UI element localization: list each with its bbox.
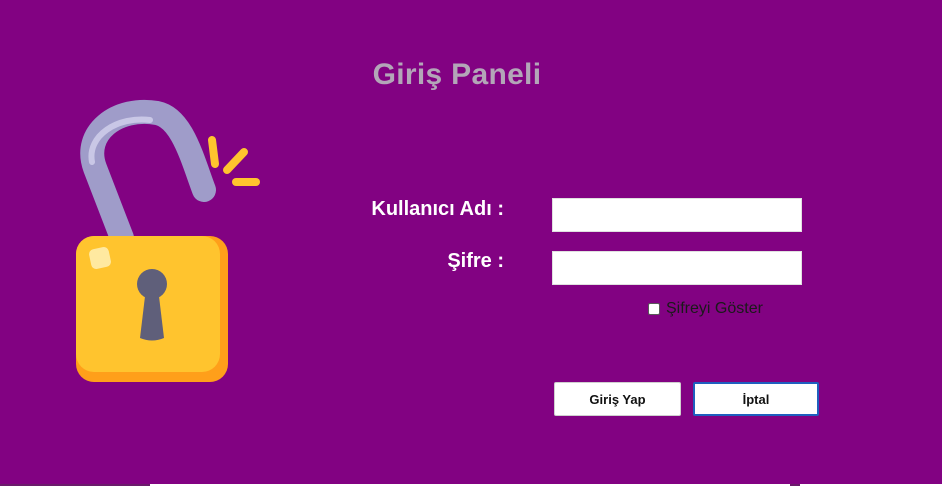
open-padlock-icon	[76, 99, 260, 382]
password-field[interactable]	[552, 251, 802, 285]
show-password-option[interactable]: Şifreyi Göster	[648, 300, 763, 318]
username-field[interactable]	[552, 198, 802, 232]
spark-line-1	[208, 136, 219, 168]
username-label: Kullanıcı Adı :	[371, 198, 504, 220]
login-button[interactable]: Giriş Yap	[554, 382, 681, 416]
cancel-button[interactable]: İptal	[693, 382, 819, 416]
page-title: Giriş Paneli	[372, 58, 542, 91]
show-password-label[interactable]: Şifreyi Göster	[666, 300, 763, 318]
password-label: Şifre :	[447, 250, 504, 272]
spark-line-2	[223, 148, 248, 174]
show-password-checkbox[interactable]	[648, 303, 660, 315]
